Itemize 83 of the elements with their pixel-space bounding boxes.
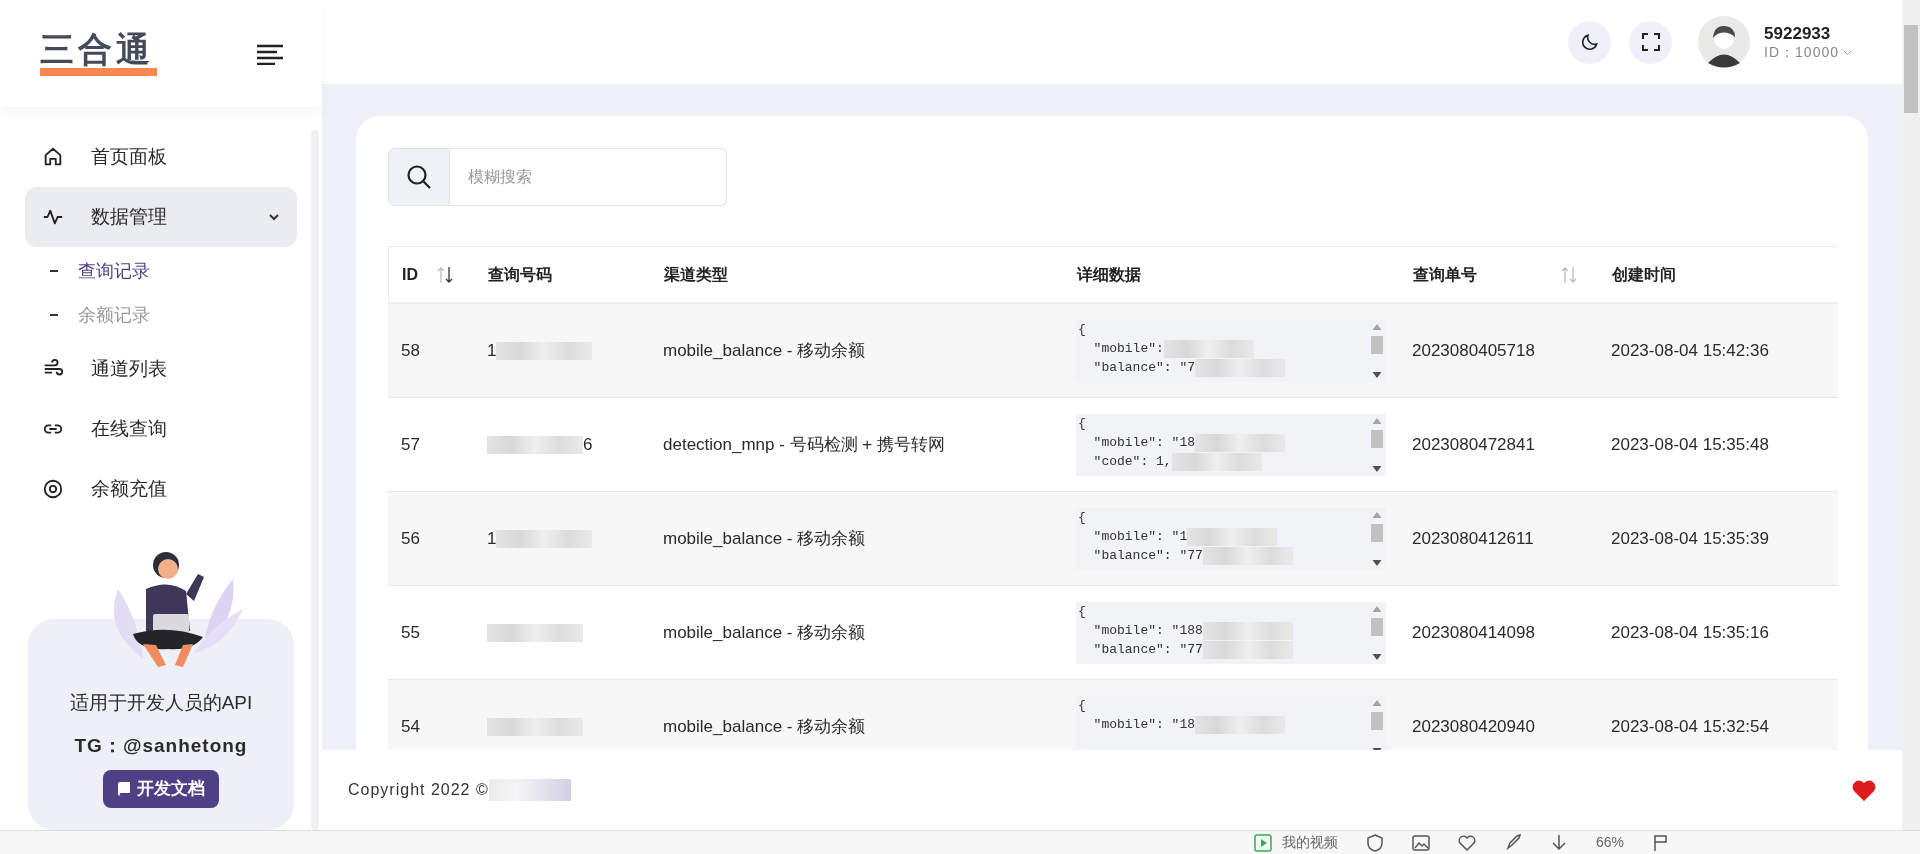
column-header: 创建时间 [1611,264,1677,285]
code-line: "mobile": [1092,340,1164,359]
moon-icon [1579,32,1600,52]
table-cell-text: 56 [401,527,420,550]
code-line: "mobile": "18 [1092,434,1196,453]
table-cell-text: 1 [487,527,497,550]
table-cell-text: 55 [401,621,420,644]
user-name: 5922933 [1764,22,1832,44]
table-cell-text: 2023-08-04 15:35:39 [1611,527,1769,550]
avatar[interactable] [1698,16,1751,68]
heart-pulse-icon[interactable] [1457,833,1476,852]
table-cell-text: 2023-08-04 15:35:48 [1611,433,1769,456]
code-line: { [1078,509,1086,528]
code-line: "mobile": "1 [1092,528,1188,547]
heart-icon [1852,779,1876,801]
table-cell-text: mobile_balance - 移动余额 [663,527,866,550]
json-textarea[interactable]: { "mobile": "188 "balance": "77 [1076,601,1386,664]
table-cell-text: 1 [487,339,497,362]
account-dropdown[interactable]: ID：10000 [1764,43,1852,62]
json-textarea[interactable]: { "mobile": "18 [1076,695,1386,750]
table-cell-text: 58 [401,339,420,362]
search-input[interactable]: 模糊搜索 [450,148,727,206]
code-line: "balance": "77 [1092,641,1203,660]
table-cell-text: 2023-08-04 15:42:36 [1611,339,1769,362]
code-line: "balance": "77 [1092,547,1203,566]
table-cell-text: detection_mnp - 号码检测 + 携号转网 [663,433,945,456]
table-cell-text: mobile_balance - 移动余额 [663,621,866,644]
column-header[interactable]: ID [389,247,475,302]
play-icon[interactable] [1253,833,1272,852]
page-scrollbar[interactable] [1902,0,1920,830]
fullscreen-icon [1641,33,1660,51]
search-button[interactable] [388,148,450,206]
sort-icon[interactable] [435,264,455,285]
column-header: 详细数据 [1075,264,1142,285]
table-cell-text: 2023-08-04 15:35:16 [1611,621,1769,644]
sidebar-item[interactable]: 通道列表 [25,339,297,400]
code-line: "code": 1, [1092,453,1172,472]
table-cell-text: 2023080412611 [1412,527,1534,550]
code-line: "mobile": "18 [1092,716,1196,735]
column-header[interactable]: 查询单号 [1400,247,1599,302]
table-cell-text: 6 [583,433,593,456]
table-cell-text: 2023080414098 [1412,621,1535,644]
column-header: 查询号码 [487,264,553,285]
json-textarea[interactable]: { "mobile": "balance": "7 [1076,319,1386,382]
table-cell-text: 57 [401,433,420,456]
download-icon[interactable] [1549,833,1568,852]
shield-icon[interactable] [1365,833,1384,852]
json-textarea[interactable]: { "mobile": "18 "code": 1, [1076,413,1386,476]
sidebar-item[interactable]: 首页面板 [25,127,297,188]
promo-title: 适用于开发人员的API [69,691,253,715]
chevron-icon [268,213,280,222]
code-line: "mobile": "188 [1092,622,1203,641]
table-cell-text: mobile_balance - 移动余额 [663,715,866,738]
table-cell-text: 54 [401,715,420,738]
sidebar-scrollbar[interactable] [311,130,319,830]
sidebar-item[interactable]: 余额充值 [25,459,297,520]
zoom-level[interactable]: 66% [1595,832,1624,853]
search-icon [406,164,432,190]
table-cell-text: 2023080420940 [1412,715,1535,738]
table-cell-text: mobile_balance - 移动余额 [663,339,866,362]
code-line: "balance": "7 [1092,359,1196,378]
code-line: { [1078,697,1086,716]
submenu-item[interactable]: 查询记录 [25,249,297,294]
menu-icon[interactable] [256,42,284,65]
code-line: { [1078,321,1086,340]
sidebar-item[interactable]: 在线查询 [25,399,297,460]
table-cell-text: 2023080472841 [1412,433,1535,456]
coin-icon [42,478,64,501]
contact-text: TG：@sanhetong [74,733,248,758]
table-cell-text: 2023080405718 [1412,339,1535,362]
docs-button[interactable]: 开发文档 [103,770,219,808]
sidebar-item[interactable]: 数据管理 [25,187,297,248]
code-line: { [1078,415,1086,434]
image-icon[interactable] [1411,833,1430,852]
code-line: { [1078,603,1086,622]
flag-icon[interactable] [1652,833,1670,852]
status-label[interactable]: 我的视频 [1281,832,1338,853]
json-textarea[interactable]: { "mobile": "1 "balance": "77 [1076,507,1386,570]
table-cell-text: 2023-08-04 15:32:54 [1611,715,1769,738]
column-header: 渠道类型 [663,264,729,285]
logo: 三合通 [40,31,157,76]
chevron-down-icon [1843,49,1852,56]
copyright-text: Copyright 2022 © [348,780,489,800]
